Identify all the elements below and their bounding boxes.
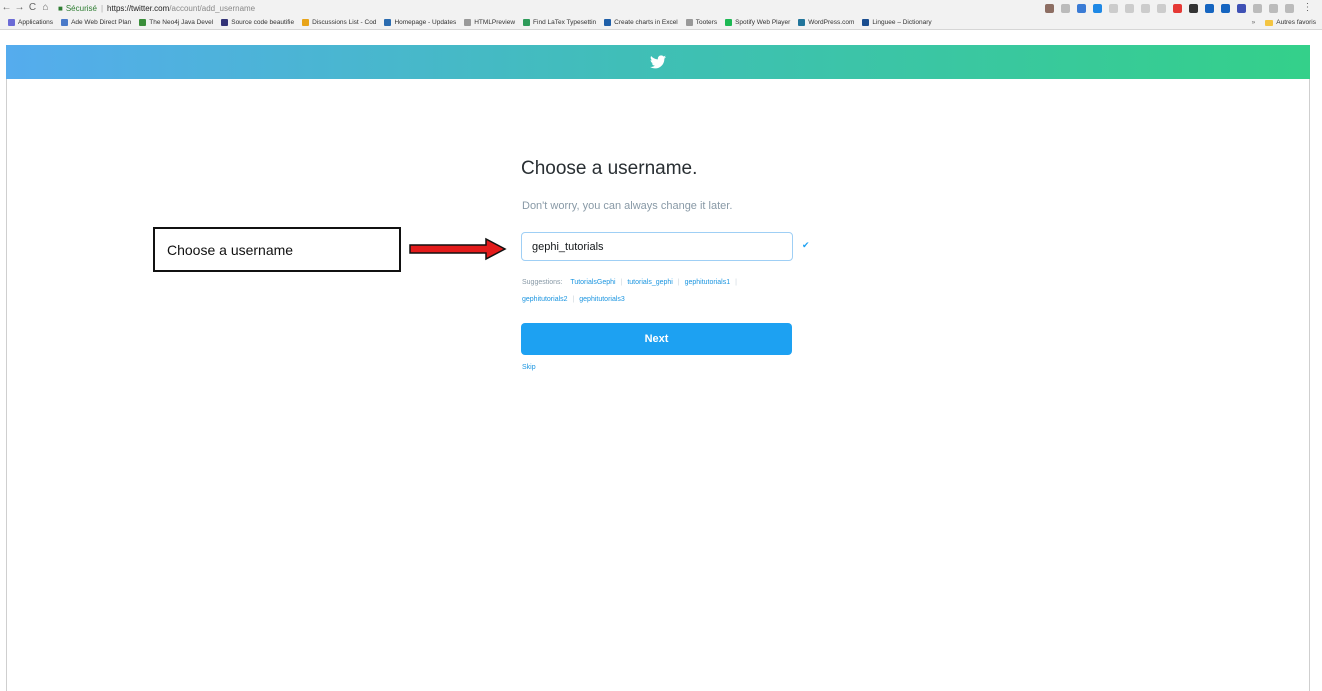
bookmark-label: Source code beautifie [231,19,295,26]
star-icon[interactable] [1061,3,1070,13]
suggestion-link[interactable]: gephitutorials2 [522,296,568,303]
extension-icon[interactable] [1093,3,1102,13]
page-title: Choose a username. [521,158,698,179]
extension-icon[interactable] [1077,3,1086,13]
bookmark-label: Spotify Web Player [735,19,791,26]
extension-icon[interactable] [1237,3,1246,13]
bookmark-item[interactable]: Find LaTex Typesettin [523,19,596,26]
extension-icon[interactable] [1173,3,1182,13]
bookmark-item[interactable]: Discussions List - Cod [302,19,376,26]
twitter-header [6,45,1310,79]
bookmark-label: Find LaTex Typesettin [533,19,597,26]
bookmark-item[interactable]: Linguee – Dictionary [862,19,932,26]
extension-icon[interactable] [1125,3,1134,13]
bookmark-item[interactable]: The Neo4j Java Devel [139,19,213,26]
extension-icon[interactable] [1269,3,1278,13]
next-button[interactable]: Next [521,323,792,355]
url-path: /account/add_username [169,3,256,13]
skip-link[interactable]: Skip [522,364,536,371]
suggestion-separator: | [735,279,737,286]
forward-icon[interactable]: → [13,0,26,16]
suggestion-link[interactable]: TutorialsGephi [570,279,615,286]
bookmark-icon [862,19,870,26]
bookmark-icon [8,19,15,26]
folder-icon [1265,19,1274,26]
bookmark-icon [139,19,147,26]
extension-icon[interactable] [1189,3,1198,13]
bookmark-label: The Neo4j Java Devel [149,19,214,26]
extension-icon[interactable] [1109,3,1118,13]
bookmark-label: WordPress.com [808,19,855,26]
menu-icon[interactable]: ⋮ [1301,0,1314,16]
secure-label: Sécurisé [65,3,97,13]
suggestions-label: Suggestions: [522,279,563,286]
url-separator: | [100,3,104,13]
checkmark-icon: ✔ [802,240,810,250]
extension-toolbar: ⋮ [1045,0,1322,16]
suggestion-link[interactable]: tutorials_gephi [627,279,673,286]
bookmarks-overflow: » Autres favoris [1252,19,1322,26]
bookmark-label: Applications [18,19,54,26]
bookmark-item[interactable]: Ade Web Direct Plan [61,19,131,26]
more-bookmarks-button[interactable]: » [1252,19,1256,26]
extension-icon[interactable] [1221,3,1230,13]
home-icon[interactable]: ⌂ [39,0,52,16]
bookmark-icon [464,19,472,26]
bookmark-icon [798,19,806,26]
reload-icon[interactable]: C [26,0,39,16]
bookmark-item[interactable]: Applications [8,19,53,26]
bookmark-label: Homepage - Updates [394,19,457,26]
bookmark-item[interactable]: Source code beautifie [221,19,294,26]
page-subtitle: Don't worry, you can always change it la… [522,200,733,212]
extension-icon[interactable] [1253,3,1262,13]
extension-icon[interactable] [1157,3,1166,13]
bookmark-icon [523,19,531,26]
extension-icon[interactable] [1045,3,1054,13]
annotation-arrow-icon [409,237,507,261]
bookmark-item[interactable]: Spotify Web Player [725,19,790,26]
username-input[interactable] [521,232,793,261]
bookmark-item[interactable]: Tooters [685,19,718,26]
page-border-left [6,79,7,691]
suggestion-link[interactable]: gephitutorials3 [579,296,625,303]
bookmark-label: Create charts in Excel [614,19,678,26]
bookmark-label: Ade Web Direct Plan [71,19,132,26]
suggestion-separator: | [620,279,623,286]
bookmark-icon [61,19,69,26]
page-border-right [1309,79,1310,691]
extension-icon[interactable] [1205,3,1214,13]
bookmark-label: Tooters [695,19,718,26]
bookmark-icon [384,19,392,26]
bookmark-item[interactable]: HTMLPreview [464,19,515,26]
bookmark-label: Linguee – Dictionary [872,19,932,26]
url-field[interactable]: ■ Sécurisé | https://twitter.com /accoun… [58,2,255,15]
lock-icon: ■ [58,3,63,13]
annotation-text: Choose a username [167,241,294,258]
bookmarks-bar: Applications Ade Web Direct Plan The Neo4j… [0,16,1322,30]
bookmark-icon [221,19,229,26]
bookmark-icon [685,19,693,26]
bookmark-icon [725,19,733,26]
bookmark-label: Discussions List - Cod [312,19,377,26]
annotation-callout: Choose a username [153,227,401,272]
url-host: https://twitter.com [107,3,170,13]
extension-icon[interactable] [1141,3,1150,13]
browser-address-bar: ← → C ⌂ ■ Sécurisé | https://twitter.com… [0,0,1322,16]
twitter-bird-icon[interactable] [650,55,666,69]
bookmark-icon [302,19,310,26]
other-bookmarks-label[interactable]: Autres favoris [1276,19,1316,26]
extension-icon[interactable] [1285,3,1294,13]
bookmark-item[interactable]: Create charts in Excel [604,19,678,26]
bookmark-icon [604,19,612,26]
back-icon[interactable]: ← [0,0,13,16]
bookmark-item[interactable]: WordPress.com [798,19,854,26]
username-suggestions: Suggestions: TutorialsGephi | tutorials_… [522,274,794,308]
suggestion-link[interactable]: gephitutorials1 [685,279,731,286]
suggestion-separator: | [677,279,680,286]
bookmark-item[interactable]: Homepage - Updates [384,19,456,26]
suggestion-separator: | [572,296,575,303]
bookmark-label: HTMLPreview [474,19,516,26]
